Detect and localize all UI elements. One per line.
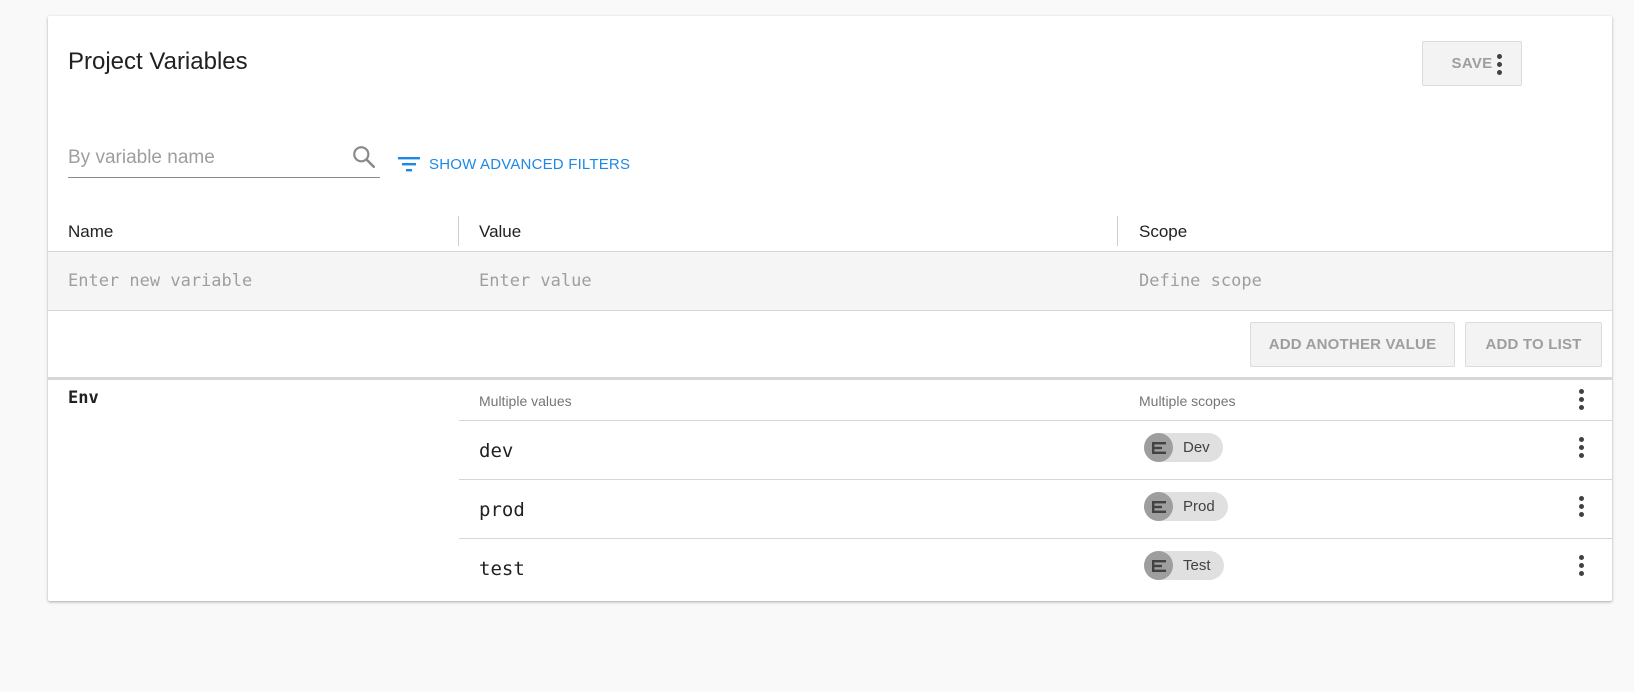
show-advanced-filters-link[interactable]: SHOW ADVANCED FILTERS [398,155,630,173]
column-header-name: Name [68,222,114,241]
value-more-icon[interactable] [1569,553,1593,577]
project-variables-card: Project Variables SAVE SHOW ADVANCED FIL… [48,16,1612,601]
scope-chip[interactable]: Dev [1144,433,1223,462]
new-variable-scope-input[interactable] [1139,264,1579,298]
column-resize-handle[interactable] [1117,216,1118,246]
variable-value[interactable]: prod [479,499,525,521]
environment-icon [1144,433,1173,462]
row-divider [459,538,1612,539]
variable-value[interactable]: dev [479,440,513,462]
panel-more-icon[interactable] [1487,52,1511,76]
new-variable-name-input[interactable] [68,264,448,298]
page-title: Project Variables [68,48,248,75]
scope-chip-label: Prod [1183,498,1215,515]
search-field [68,140,380,178]
value-more-icon[interactable] [1569,494,1593,518]
add-another-value-button[interactable]: ADD ANOTHER VALUE [1250,322,1455,367]
scope-chip[interactable]: Test [1144,551,1224,580]
column-header-scope: Scope [1139,222,1188,241]
multiple-scopes-label: Multiple scopes [1139,393,1236,409]
row-divider [459,479,1612,480]
new-variable-row [48,251,1612,311]
value-more-icon[interactable] [1569,435,1593,459]
environment-icon [1144,551,1173,580]
search-icon[interactable] [351,144,377,170]
search-input[interactable] [68,140,338,176]
variable-more-icon[interactable] [1569,387,1593,411]
show-advanced-filters-label: SHOW ADVANCED FILTERS [429,155,631,173]
new-variable-value-input[interactable] [479,264,1099,298]
scope-chip-label: Test [1183,557,1211,574]
scope-chip-label: Dev [1183,439,1210,456]
column-header-value: Value [479,222,522,241]
row-divider [459,420,1612,421]
column-resize-handle[interactable] [458,216,459,246]
divider [48,377,1612,380]
filter-icon [398,157,420,172]
variable-value[interactable]: test [479,558,525,580]
variable-name[interactable]: Env [68,388,99,408]
multiple-values-label: Multiple values [479,393,572,409]
scope-chip[interactable]: Prod [1144,492,1228,521]
add-to-list-button[interactable]: ADD TO LIST [1465,322,1602,367]
environment-icon [1144,492,1173,521]
